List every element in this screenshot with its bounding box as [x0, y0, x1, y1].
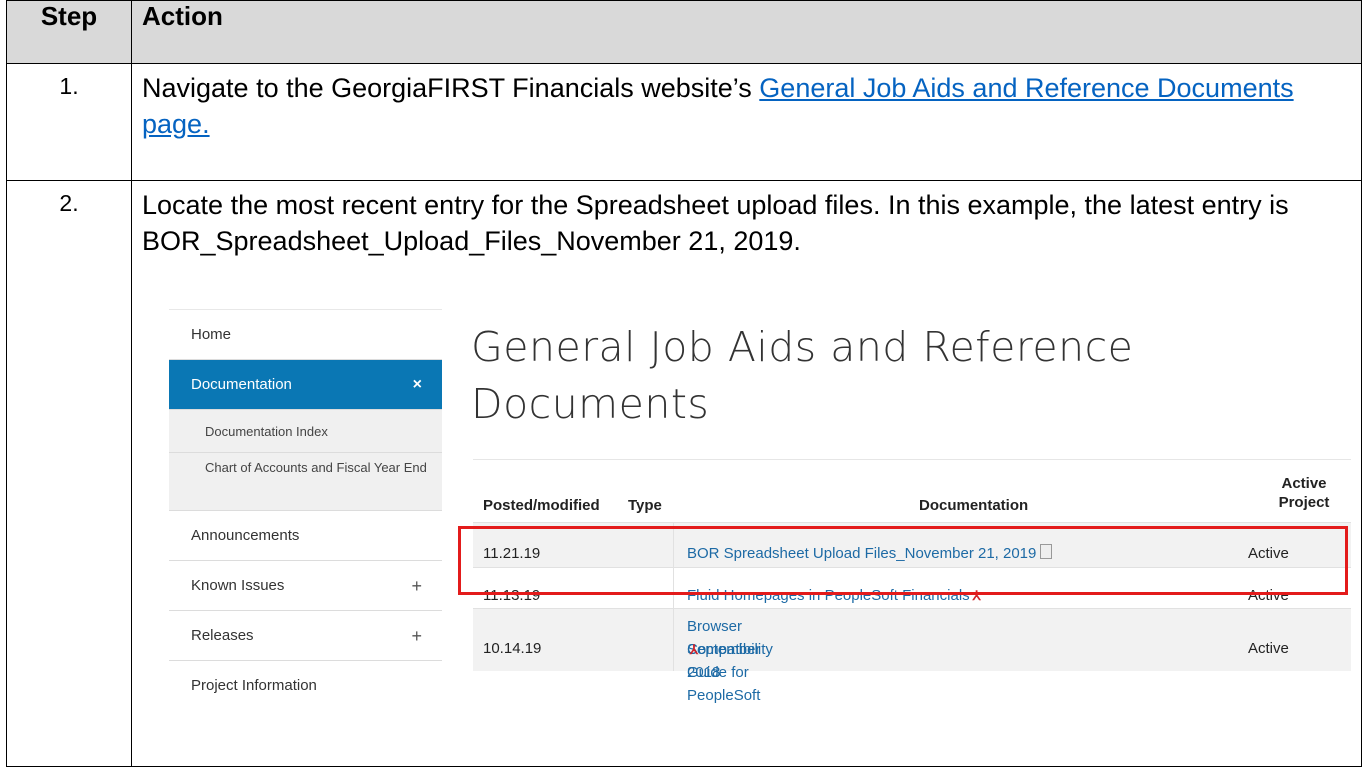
sidebar-item-known-issues[interactable]: Known Issues +	[169, 560, 442, 610]
step-number-1: 1.	[6, 63, 132, 181]
step-row-1: 1. Navigate to the GeorgiaFIRST Financia…	[6, 63, 1362, 181]
col-active-project: Active Project	[1278, 475, 1330, 511]
sidebar-item-project-information[interactable]: Project Information	[169, 660, 442, 704]
plus-icon[interactable]: +	[411, 611, 422, 661]
sidebar-item-announcements[interactable]: Announcements	[169, 510, 442, 560]
header-action: Action	[131, 0, 1362, 64]
sidebar-item-home[interactable]: Home	[169, 309, 442, 359]
pdf-icon: ⅄	[690, 642, 698, 657]
sidebar-item-label: Announcements	[191, 527, 300, 544]
sidebar-item-releases[interactable]: Releases +	[169, 610, 442, 660]
close-icon[interactable]: ×	[413, 360, 422, 410]
table-row: 10.14.19 Browser Compatibility Guide for…	[473, 608, 1351, 704]
documents-table-header: Posted/modified Type Documentation Activ…	[473, 459, 1351, 522]
row-status: Active	[1248, 640, 1289, 657]
embedded-screenshot: Home Documentation × Documentation Index …	[151, 309, 1351, 704]
sidebar-item-documentation-index[interactable]: Documentation Index	[169, 409, 442, 452]
col-type: Type	[628, 497, 662, 514]
sidebar-nav: Home Documentation × Documentation Index …	[169, 309, 442, 704]
sidebar-item-label: Project Information	[191, 677, 317, 694]
sidebar-item-label: Releases	[191, 627, 254, 644]
step-text-2: Locate the most recent entry for the Spr…	[131, 180, 1362, 767]
sidebar-item-label: Home	[191, 326, 232, 343]
step-text-1: Navigate to the GeorgiaFIRST Financials …	[131, 63, 1362, 181]
sidebar-item-label: Documentation	[191, 376, 292, 393]
step-2-instruction: Locate the most recent entry for the Spr…	[142, 190, 1289, 256]
sidebar-item-documentation[interactable]: Documentation ×	[169, 359, 442, 409]
table-header-row: Step Action	[6, 0, 1362, 64]
step-row-2: 2. Locate the most recent entry for the …	[6, 180, 1362, 767]
row-date: 10.14.19	[483, 640, 542, 657]
step-number-2: 2.	[6, 180, 132, 767]
step-action-table: Step Action 1. Navigate to the GeorgiaFI…	[6, 0, 1362, 767]
col-posted-modified: Posted/modified	[483, 497, 600, 514]
sidebar-item-chart-of-accounts[interactable]: Chart of Accounts and Fiscal Year End	[169, 452, 442, 510]
row-doc: Browser Compatibility Guide for PeopleSo…	[687, 615, 773, 704]
page-title: General Job Aids and Reference Documents	[471, 323, 1134, 428]
step-1-instruction: Navigate to the GeorgiaFIRST Financials …	[142, 73, 760, 103]
plus-icon[interactable]: +	[411, 561, 422, 611]
highlight-box	[458, 526, 1348, 595]
col-documentation: Documentation	[919, 497, 1029, 514]
header-step: Step	[6, 0, 132, 64]
doc-line-2: September 2018	[687, 641, 761, 681]
sidebar-item-label: Known Issues	[191, 577, 285, 594]
